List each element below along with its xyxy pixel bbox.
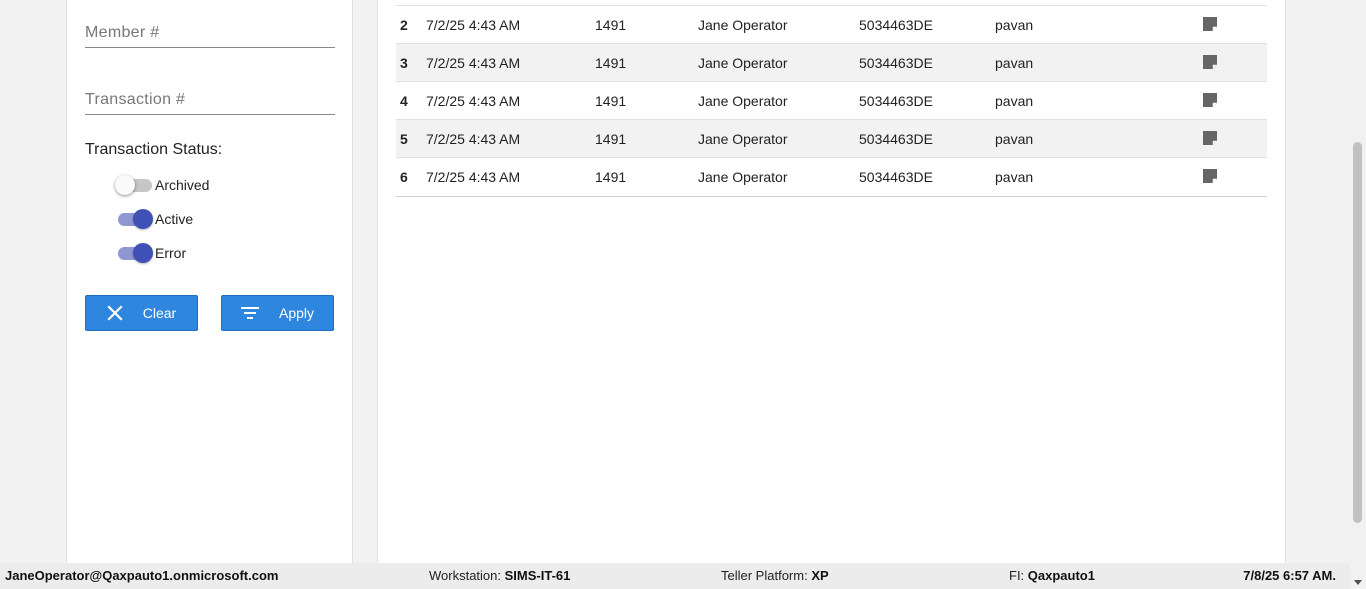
row-member: 1491: [595, 93, 627, 109]
footer-workstation-label: Workstation:: [429, 568, 502, 583]
archived-switch[interactable]: [115, 175, 153, 195]
row-index: 4: [400, 93, 408, 109]
clear-button[interactable]: Clear: [85, 295, 198, 331]
active-label: Active: [155, 211, 194, 227]
transaction-input[interactable]: [85, 91, 335, 109]
row-user: pavan: [995, 17, 1034, 33]
footer-platform-label: Teller Platform:: [721, 568, 808, 583]
footer-fi-value: Qaxpauto1: [1027, 568, 1095, 583]
row-index: 6: [400, 169, 408, 185]
footer-platform-value: XP: [811, 568, 829, 583]
table-row[interactable]: 3 7/2/25 4:43 AM 1491 Jane Operator 5034…: [396, 44, 1267, 82]
filter-panel: Transaction Status: Archived Active Erro…: [66, 0, 353, 563]
results-panel: 2 7/2/25 4:43 AM 1491 Jane Operator 5034…: [377, 0, 1286, 563]
footer-datetime: 7/8/25 6:57 AM.: [1243, 568, 1336, 583]
footer-fi: FI: Qaxpauto1: [1009, 568, 1095, 583]
row-operator: Jane Operator: [698, 169, 788, 185]
member-input[interactable]: [85, 24, 335, 42]
row-date: 7/2/25 4:43 AM: [426, 169, 521, 185]
scroll-down-arrow-icon[interactable]: [1354, 580, 1362, 585]
row-workstation: 5034463DE: [859, 17, 933, 33]
status-bar: JaneOperator@Qaxpauto1.onmicrosoft.com W…: [0, 563, 1350, 589]
note-icon[interactable]: [1202, 130, 1218, 149]
footer-workstation: Workstation: SIMS-IT-61: [429, 568, 570, 583]
row-member: 1491: [595, 55, 627, 71]
filter-icon: [240, 307, 259, 319]
note-icon[interactable]: [1202, 92, 1218, 111]
footer-user: JaneOperator@Qaxpauto1.onmicrosoft.com: [5, 568, 279, 583]
row-user: pavan: [995, 169, 1034, 185]
transaction-field[interactable]: [85, 91, 335, 115]
row-member: 1491: [595, 131, 627, 147]
archived-label: Archived: [155, 177, 210, 193]
note-icon[interactable]: [1202, 168, 1218, 187]
row-date: 7/2/25 4:43 AM: [426, 55, 521, 71]
note-icon[interactable]: [1202, 54, 1218, 73]
row-workstation: 5034463DE: [859, 55, 933, 71]
row-operator: Jane Operator: [698, 93, 788, 109]
scrollbar-thumb[interactable]: [1353, 142, 1362, 523]
footer-platform: Teller Platform: XP: [721, 568, 829, 583]
row-index: 3: [400, 55, 408, 71]
row-date: 7/2/25 4:43 AM: [426, 93, 521, 109]
row-user: pavan: [995, 93, 1034, 109]
row-member: 1491: [595, 17, 627, 33]
apply-button[interactable]: Apply: [221, 295, 334, 331]
table-row[interactable]: 6 7/2/25 4:43 AM 1491 Jane Operator 5034…: [396, 158, 1267, 196]
row-workstation: 5034463DE: [859, 93, 933, 109]
table-row[interactable]: 2 7/2/25 4:43 AM 1491 Jane Operator 5034…: [396, 6, 1267, 44]
row-operator: Jane Operator: [698, 17, 788, 33]
close-icon: [107, 305, 123, 321]
row-index: 5: [400, 131, 408, 147]
error-label: Error: [155, 245, 187, 261]
toggle-active[interactable]: Active: [115, 207, 193, 231]
toggle-archived[interactable]: Archived: [115, 173, 209, 197]
row-index: 2: [400, 17, 408, 33]
table-row[interactable]: 4 7/2/25 4:43 AM 1491 Jane Operator 5034…: [396, 82, 1267, 120]
page-scrollbar[interactable]: [1350, 0, 1366, 589]
row-date: 7/2/25 4:43 AM: [426, 17, 521, 33]
transaction-status-label: Transaction Status:: [85, 141, 223, 158]
row-date: 7/2/25 4:43 AM: [426, 131, 521, 147]
footer-fi-label: FI:: [1009, 568, 1025, 583]
row-operator: Jane Operator: [698, 131, 788, 147]
footer-workstation-value: SIMS-IT-61: [504, 568, 571, 583]
toggle-error[interactable]: Error: [115, 241, 186, 265]
row-member: 1491: [595, 169, 627, 185]
apply-button-label: Apply: [278, 305, 315, 321]
table-row[interactable]: 5 7/2/25 4:43 AM 1491 Jane Operator 5034…: [396, 120, 1267, 158]
clear-button-label: Clear: [142, 305, 177, 321]
row-user: pavan: [995, 131, 1034, 147]
transactions-table: 2 7/2/25 4:43 AM 1491 Jane Operator 5034…: [396, 5, 1267, 197]
row-operator: Jane Operator: [698, 55, 788, 71]
active-switch[interactable]: [115, 209, 153, 229]
note-icon[interactable]: [1202, 16, 1218, 35]
row-user: pavan: [995, 55, 1034, 71]
row-workstation: 5034463DE: [859, 131, 933, 147]
member-field[interactable]: [85, 24, 335, 48]
row-workstation: 5034463DE: [859, 169, 933, 185]
error-switch[interactable]: [115, 243, 153, 263]
